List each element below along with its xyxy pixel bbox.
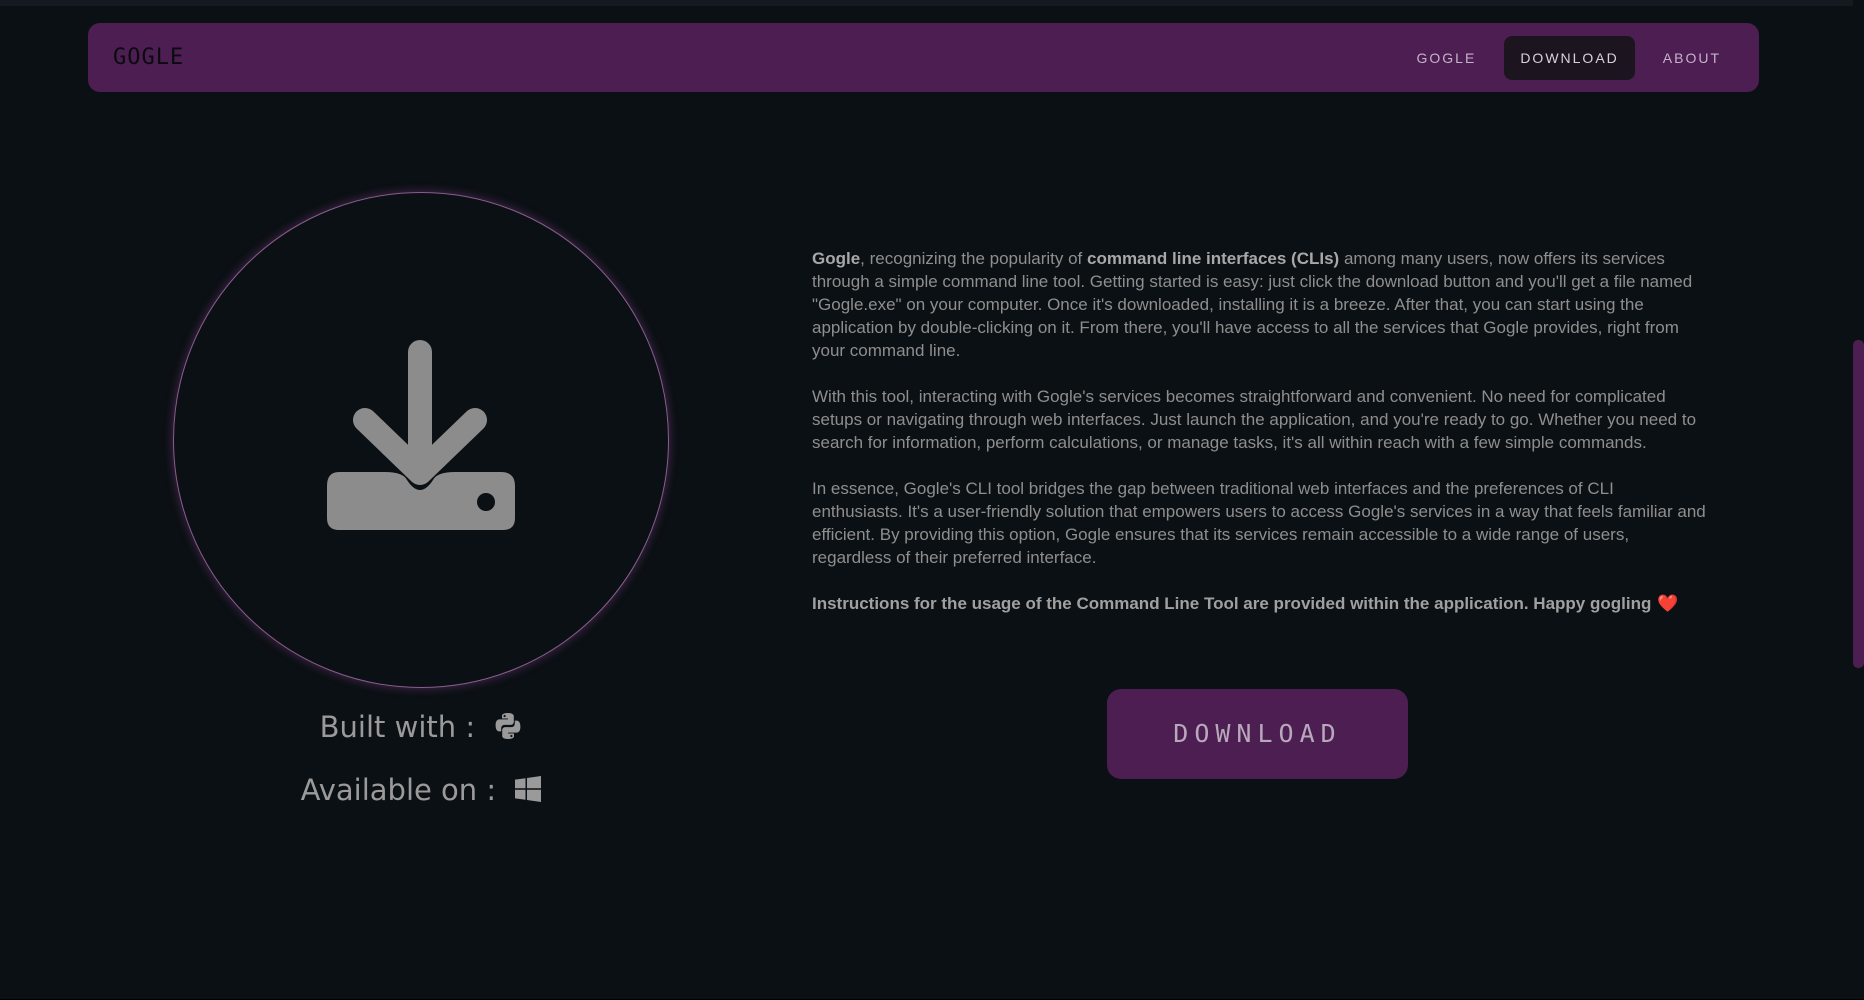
logo[interactable]: GOGLE — [113, 45, 184, 70]
paragraph-convenience: With this tool, interacting with Gogle's… — [812, 387, 1697, 452]
download-button[interactable]: DOWNLOAD — [1107, 689, 1408, 779]
heart-icon: ❤️ — [1657, 594, 1679, 613]
page: GOGLE GOGLE DOWNLOAD ABOUT Built with : … — [0, 0, 1864, 1000]
scrollbar-thumb[interactable] — [1853, 340, 1864, 668]
instructions-text: Instructions for the usage of the Comman… — [812, 592, 1707, 615]
description: Gogle, recognizing the popularity of com… — [812, 247, 1707, 638]
windows-icon — [515, 776, 542, 802]
nav-links: GOGLE DOWNLOAD ABOUT — [1401, 36, 1737, 80]
top-strip — [0, 0, 1864, 6]
python-icon — [495, 713, 521, 739]
built-with-row: Built with : — [0, 710, 842, 744]
paragraph-intro: Gogle, recognizing the popularity of com… — [812, 247, 1707, 362]
built-with-label: Built with : — [319, 710, 476, 744]
download-tray-icon — [327, 340, 515, 530]
paragraph-intro-text-1: , recognizing the popularity of — [860, 249, 1087, 268]
nav-link-gogle[interactable]: GOGLE — [1401, 36, 1493, 80]
paragraph-essence: In essence, Gogle's CLI tool bridges the… — [812, 479, 1706, 567]
available-on-row: Available on : — [0, 773, 842, 807]
brand-name: Gogle — [812, 249, 861, 268]
nav-link-download[interactable]: DOWNLOAD — [1504, 36, 1635, 80]
nav-link-about[interactable]: ABOUT — [1647, 36, 1737, 80]
instructions-label: Instructions for the usage of the Comman… — [812, 594, 1652, 613]
available-on-label: Available on : — [300, 773, 497, 807]
navbar: GOGLE GOGLE DOWNLOAD ABOUT — [88, 23, 1759, 92]
cli-term: command line interfaces (CLIs) — [1086, 249, 1340, 268]
